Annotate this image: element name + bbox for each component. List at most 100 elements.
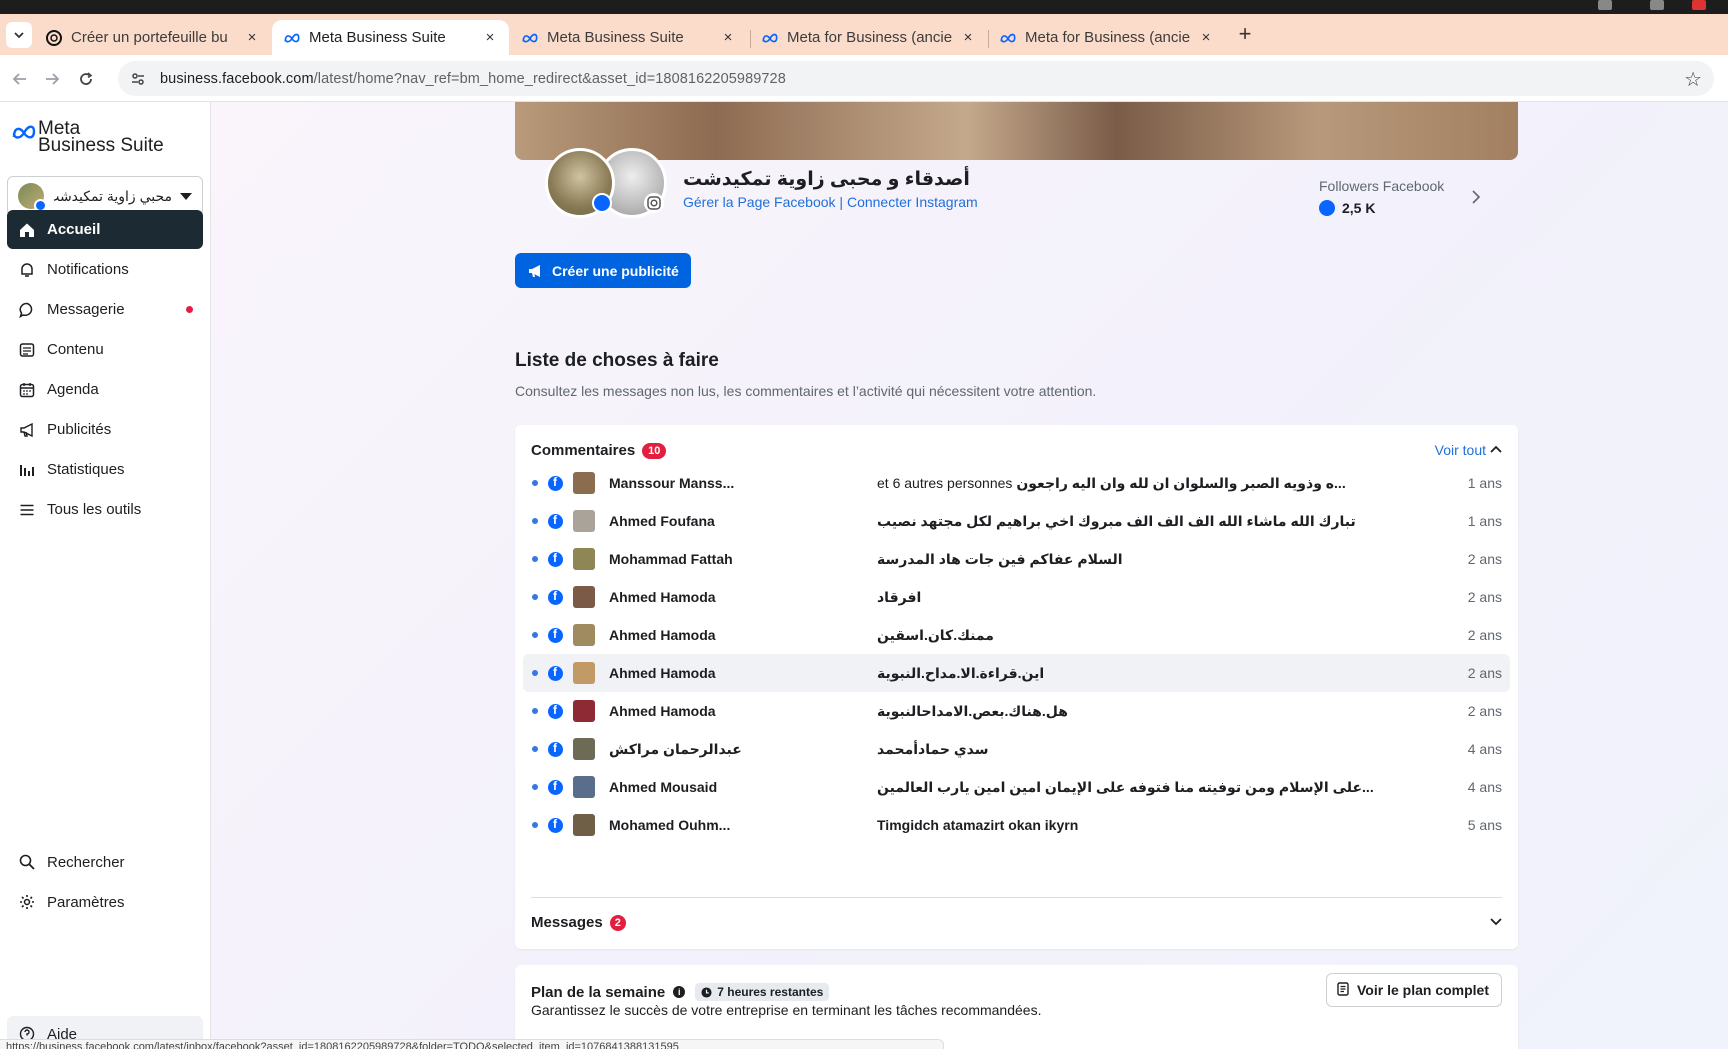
comment-row[interactable]: Mohamed Ouhm... Timgidch atamazirt okan i… bbox=[523, 806, 1510, 844]
sidebar-item-accueil[interactable]: Accueil bbox=[7, 210, 203, 249]
chevron-right-icon[interactable] bbox=[1471, 188, 1481, 209]
page-avatar bbox=[18, 183, 47, 212]
manage-page-link[interactable]: Gérer la Page Facebook bbox=[683, 194, 836, 210]
back-button[interactable] bbox=[8, 67, 32, 91]
tab-search-button[interactable] bbox=[6, 22, 32, 48]
new-tab-button[interactable]: + bbox=[1232, 22, 1258, 48]
close-tab-icon[interactable]: × bbox=[959, 29, 977, 46]
network-icon bbox=[1598, 0, 1612, 10]
facebook-icon bbox=[548, 779, 563, 795]
sidebar-item-publicites[interactable]: Publicités bbox=[7, 410, 203, 449]
facebook-icon bbox=[592, 193, 612, 213]
comment-text: Timgidch atamazirt okan ikyrn bbox=[877, 817, 1078, 833]
unread-indicator bbox=[532, 708, 538, 714]
chevron-down-icon[interactable] bbox=[1490, 914, 1502, 930]
sidebar-item-contenu[interactable]: Contenu bbox=[7, 330, 203, 369]
post-thumbnail bbox=[573, 662, 595, 684]
arrow-right-icon bbox=[46, 73, 60, 85]
time-remaining-text: 7 heures restantes bbox=[717, 985, 824, 999]
comment-time: 2 ans bbox=[1467, 627, 1502, 643]
comment-row[interactable]: Ahmed Hamoda افرقاد 2 ans bbox=[523, 578, 1510, 616]
comment-row[interactable]: Ahmed Foufana تبارك الله ماشاء الله الف ا… bbox=[523, 502, 1510, 540]
chart-icon bbox=[18, 461, 36, 479]
comment-row[interactable]: Manssour Manss... ...ه وذويه الصبر والسلو… bbox=[523, 464, 1510, 502]
comment-row[interactable]: Ahmed Mousaid ...على الإسلام ومن توفيته م… bbox=[523, 768, 1510, 806]
unread-indicator bbox=[532, 518, 538, 524]
sidebar-item-rechercher[interactable]: Rechercher bbox=[7, 844, 203, 880]
unread-dot bbox=[186, 306, 193, 313]
sidebar-item-parametres[interactable]: Paramètres bbox=[7, 884, 203, 920]
comment-time: 2 ans bbox=[1467, 703, 1502, 719]
messages-header[interactable]: Messages 2 bbox=[531, 914, 626, 931]
megaphone-icon bbox=[18, 421, 36, 439]
connect-instagram-link[interactable]: Connecter Instagram bbox=[847, 194, 978, 210]
sidebar-item-agenda[interactable]: Agenda bbox=[7, 370, 203, 409]
sidebar-item-label: Messagerie bbox=[47, 301, 125, 318]
post-thumbnail bbox=[573, 472, 595, 494]
view-full-plan-button[interactable]: Voir le plan complet bbox=[1326, 973, 1502, 1007]
comments-label: Commentaires bbox=[531, 442, 636, 459]
url-text: business.facebook.com/latest/home?nav_re… bbox=[160, 71, 786, 87]
facebook-profile-picture[interactable] bbox=[545, 148, 615, 218]
sidebar-item-notifications[interactable]: Notifications bbox=[7, 250, 203, 289]
comment-body: ممنك.كان.اسقين bbox=[877, 626, 994, 643]
sidebar-item-tous-les-outils[interactable]: Tous les outils bbox=[7, 490, 203, 529]
comment-time: 4 ans bbox=[1467, 741, 1502, 757]
page-links: Gérer la Page Facebook | Connecter Insta… bbox=[683, 194, 978, 210]
meta-icon bbox=[284, 30, 300, 46]
meta-business-suite-logo[interactable]: Meta Business Suite bbox=[12, 119, 164, 155]
comment-body: ...على الإسلام ومن توفيته منا فتوفه على … bbox=[877, 778, 1374, 795]
post-thumbnail bbox=[573, 510, 595, 532]
account-name: محبي زاوية تمكيدشت bbox=[54, 187, 172, 204]
tab-title: Créer un portefeuille bu bbox=[71, 29, 228, 46]
comment-row[interactable]: Ahmed Hamoda هل.هناك.بعص.الامداحالنبوية 2 … bbox=[523, 692, 1510, 730]
close-tab-icon[interactable]: × bbox=[243, 29, 261, 46]
comment-time: 5 ans bbox=[1467, 817, 1502, 833]
browser-tab[interactable]: Meta Business Suite × bbox=[510, 20, 747, 55]
comment-text: ...ه وذويه الصبر والسلوان ان لله وان الي… bbox=[877, 475, 1346, 492]
close-tab-icon[interactable]: × bbox=[1197, 29, 1215, 46]
comment-author: Mohammad Fattah bbox=[609, 551, 733, 567]
browser-tab[interactable]: Créer un portefeuille bu × bbox=[34, 20, 271, 55]
meta-logo-icon bbox=[12, 125, 36, 139]
close-tab-icon[interactable]: × bbox=[481, 29, 499, 46]
followers-stat[interactable]: Followers Facebook 2,5 K bbox=[1319, 178, 1479, 216]
browser-tab[interactable]: Meta for Business (ancie × bbox=[988, 20, 1225, 55]
followers-value: 2,5 K bbox=[1342, 200, 1376, 216]
sidebar-item-messagerie[interactable]: Messagerie bbox=[7, 290, 203, 329]
bookmark-star-icon[interactable]: ☆ bbox=[1684, 67, 1702, 92]
status-bar-url: https://business.facebook.com/latest/inb… bbox=[0, 1039, 944, 1049]
see-all-link[interactable]: Voir tout bbox=[1435, 442, 1486, 458]
comment-text: ...على الإسلام ومن توفيته منا فتوفه على … bbox=[877, 779, 1374, 796]
browser-tab[interactable]: Meta for Business (ancie × bbox=[750, 20, 987, 55]
comment-row[interactable]: عبدالرحمان مراكش سدي حمادأمحمد 4 ans bbox=[523, 730, 1510, 768]
post-thumbnail bbox=[573, 700, 595, 722]
comments-header[interactable]: Commentaires 10 bbox=[531, 442, 667, 459]
sidebar-item-statistiques[interactable]: Statistiques bbox=[7, 450, 203, 489]
content-icon bbox=[18, 341, 36, 359]
browser-tab-strip: Créer un portefeuille bu × Meta Business… bbox=[0, 14, 1728, 55]
post-thumbnail bbox=[573, 624, 595, 646]
site-info-icon[interactable] bbox=[126, 67, 150, 91]
create-ad-button[interactable]: Créer une publicité bbox=[515, 253, 691, 288]
browser-tab-active[interactable]: Meta Business Suite × bbox=[272, 20, 509, 55]
forward-button[interactable] bbox=[40, 67, 64, 91]
followers-label: Followers Facebook bbox=[1319, 178, 1445, 194]
comment-author: Ahmed Hamoda bbox=[609, 627, 716, 643]
unread-indicator bbox=[532, 594, 538, 600]
comment-row[interactable]: Ahmed Hamoda اين.قراءة.الا.مداح.النبوية 2 … bbox=[523, 654, 1510, 692]
facebook-icon bbox=[548, 703, 563, 719]
chevron-up-icon[interactable] bbox=[1490, 441, 1502, 457]
unread-indicator bbox=[532, 746, 538, 752]
close-tab-icon[interactable]: × bbox=[719, 29, 737, 46]
comment-row[interactable]: Mohammad Fattah السلام عفاكم فين جات هاد … bbox=[523, 540, 1510, 578]
document-icon bbox=[1337, 981, 1349, 999]
main-content: أصدقاء و محبى زاوية تمكيدشت Gérer la Pag… bbox=[211, 102, 1728, 1049]
reload-button[interactable] bbox=[74, 67, 98, 91]
plan-title-text: Plan de la semaine bbox=[531, 983, 666, 1001]
gear-icon bbox=[18, 893, 36, 911]
address-bar[interactable]: business.facebook.com/latest/home?nav_re… bbox=[118, 61, 1714, 96]
info-icon[interactable]: i bbox=[673, 986, 686, 998]
comment-body: ...ه وذويه الصبر والسلوان ان لله وان الي… bbox=[1016, 474, 1346, 491]
comment-row[interactable]: Ahmed Hamoda ممنك.كان.اسقين 2 ans bbox=[523, 616, 1510, 654]
